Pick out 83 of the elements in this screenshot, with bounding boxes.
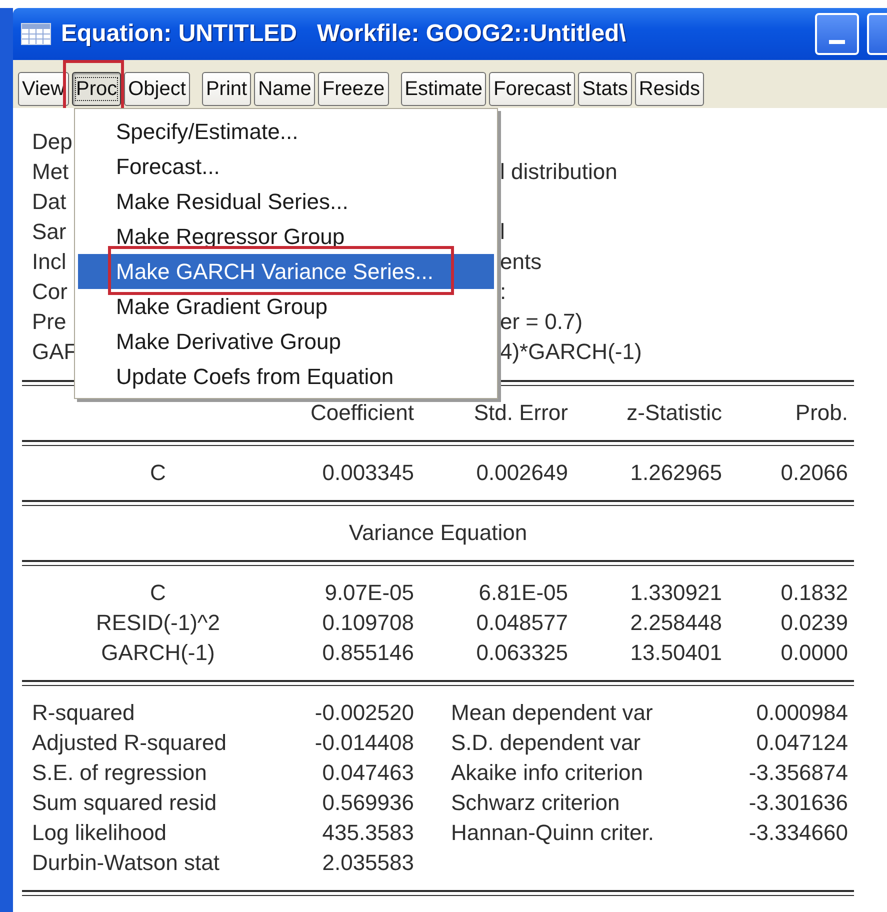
stat-value: 2.035583 xyxy=(321,850,414,876)
header-value: l xyxy=(500,219,505,245)
menu-item[interactable]: Make Derivative Group xyxy=(78,324,494,359)
header-label: Met xyxy=(32,159,69,185)
stat-label: Schwarz criterion xyxy=(450,790,621,816)
stat-value: 0.047463 xyxy=(321,760,414,786)
stat-label: S.D. dependent var xyxy=(450,730,642,756)
stat-label: Mean dependent var xyxy=(450,700,654,726)
toolbar-button[interactable]: Stats xyxy=(578,72,632,106)
table-cell-text: 13.50401 xyxy=(629,640,722,666)
stat-label: Sum squared resid xyxy=(31,790,218,816)
toolbar-button[interactable]: Object xyxy=(124,72,190,106)
header-label: GAF xyxy=(32,339,78,365)
stat-label: R-squared xyxy=(31,700,136,726)
window-icon xyxy=(21,23,51,45)
window-title: Equation: UNTITLED Workfile: GOOG2::Untitled\ xyxy=(61,20,626,48)
section-title: Variance Equation xyxy=(348,519,528,547)
stat-label: Hannan-Quinn criter. xyxy=(450,820,655,846)
menu-item[interactable]: Make Gradient Group xyxy=(78,289,494,324)
header-value: : xyxy=(500,279,506,305)
header-label: Pre xyxy=(32,309,66,335)
stat-value: -3.356874 xyxy=(748,760,848,786)
column-header: Std. Error xyxy=(472,400,568,426)
table-cell-text: RESID(-1)^2 xyxy=(94,610,221,636)
header-label: Cor xyxy=(32,279,68,305)
stat-label: Log likelihood xyxy=(31,820,168,846)
menu-item[interactable]: Make Regressor Group xyxy=(78,219,494,254)
stat-label: Akaike info criterion xyxy=(450,760,644,786)
stat-value: 435.3583 xyxy=(321,820,414,846)
table-cell-text: 0.1832 xyxy=(780,580,848,606)
table-cell-text: C xyxy=(149,580,167,606)
stat-value: 0.569936 xyxy=(321,790,414,816)
stat-label: Adjusted R-squared xyxy=(31,730,228,756)
toolbar-button[interactable]: Name xyxy=(254,72,316,106)
toolbar-button[interactable]: Freeze xyxy=(318,72,389,106)
toolbar-button[interactable]: Forecast xyxy=(489,72,576,106)
table-cell-text: 6.81E-05 xyxy=(478,580,568,606)
header-label: Dat xyxy=(32,189,66,215)
stat-value: -3.301636 xyxy=(748,790,848,816)
menu-item[interactable]: Specify/Estimate... xyxy=(78,114,494,149)
header-value: l distribution xyxy=(500,159,618,185)
table-cell-text: 0.003345 xyxy=(321,460,414,486)
column-header: Coefficient xyxy=(309,400,414,426)
toolbar-button[interactable]: Proc xyxy=(72,72,122,106)
stat-value: 0.047124 xyxy=(755,730,848,756)
table-cell-text: 0.2066 xyxy=(780,460,848,486)
column-header: z-Statistic xyxy=(626,400,722,426)
stat-label: S.E. of regression xyxy=(31,760,208,786)
table-cell-text: 1.330921 xyxy=(629,580,722,606)
minimize-button[interactable] xyxy=(815,13,859,55)
table-cell-text: 0.063325 xyxy=(475,640,568,666)
toolbar-button[interactable]: Estimate xyxy=(400,72,486,106)
stat-value: 0.000984 xyxy=(755,700,848,726)
header-label: Incl xyxy=(32,249,66,275)
menu-item[interactable]: Forecast... xyxy=(78,149,494,184)
table-cell-text: GARCH(-1) xyxy=(100,640,216,666)
header-label: Sar xyxy=(32,219,66,245)
stat-value: -0.002520 xyxy=(314,700,414,726)
toolbar-button[interactable]: View xyxy=(18,72,69,106)
header-label: Dep xyxy=(32,129,72,155)
stat-label: Durbin-Watson stat xyxy=(31,850,220,876)
table-cell-text: 0.0000 xyxy=(780,640,848,666)
toolbar-button[interactable]: Print xyxy=(202,72,252,106)
table-cell-text: 0.855146 xyxy=(321,640,414,666)
table-cell-text: 1.262965 xyxy=(629,460,722,486)
table-cell-text: 0.109708 xyxy=(321,610,414,636)
header-value: ents xyxy=(500,249,542,275)
menu-item[interactable]: Make GARCH Variance Series... xyxy=(78,254,494,289)
table-cell-text: 0.0239 xyxy=(780,610,848,636)
table-cell-text: 0.002649 xyxy=(475,460,568,486)
table-cell-text: 9.07E-05 xyxy=(324,580,414,606)
table-cell-text: C xyxy=(149,460,167,486)
toolbar-button[interactable]: Resids xyxy=(634,72,704,106)
stat-value: -0.014408 xyxy=(314,730,414,756)
header-value: 4)*GARCH(-1) xyxy=(500,339,642,365)
column-header: Prob. xyxy=(794,400,848,426)
table-cell-text: 0.048577 xyxy=(475,610,568,636)
table-cell-text: 2.258448 xyxy=(629,610,722,636)
window-button[interactable] xyxy=(867,13,887,55)
menu-item[interactable]: Update Coefs from Equation xyxy=(78,359,494,394)
stat-value: -3.334660 xyxy=(748,820,848,846)
header-value: er = 0.7) xyxy=(500,309,583,335)
menu-item[interactable]: Make Residual Series... xyxy=(78,184,494,219)
